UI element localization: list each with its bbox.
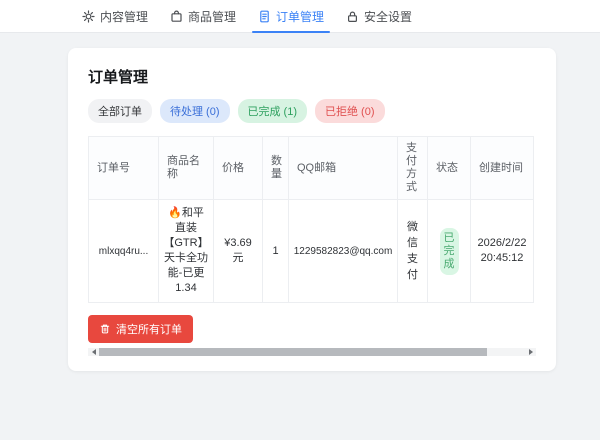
cell-quantity: 1 [263, 200, 289, 303]
tab-label: 内容管理 [100, 8, 148, 25]
trash-icon [99, 323, 111, 335]
orders-table: 订单号 商品名称 价格 数量 QQ邮箱 支付方式 状态 创建时间 mlxqq4r… [88, 136, 534, 303]
tab-label: 安全设置 [364, 8, 412, 25]
clear-button-label: 清空所有订单 [116, 321, 182, 337]
cell-payment-method: 微信支付 [398, 200, 428, 303]
filter-completed[interactable]: 已完成 (1) [238, 99, 308, 123]
cell-qq-email: 1229582823@qq.com [289, 200, 398, 303]
order-management-panel: 订单管理 全部订单 待处理 (0) 已完成 (1) 已拒绝 (0) 订单号 商品… [68, 48, 556, 371]
tab-content-management[interactable]: 内容管理 [76, 0, 154, 32]
filter-all-orders[interactable]: 全部订单 [88, 99, 152, 123]
scrollbar-track[interactable] [99, 348, 525, 356]
cell-status: 已完成 [428, 200, 471, 303]
lock-icon [346, 10, 359, 23]
page-title: 订单管理 [88, 66, 536, 87]
horizontal-scrollbar[interactable] [88, 348, 536, 356]
tab-product-management[interactable]: 商品管理 [164, 0, 242, 32]
gear-icon [82, 10, 95, 23]
col-header-price: 价格 [214, 137, 263, 200]
order-filter-bar: 全部订单 待处理 (0) 已完成 (1) 已拒绝 (0) [88, 99, 536, 123]
cell-created-time: 2026/2/22 20:45:12 [471, 200, 534, 303]
top-navigation: 内容管理 商品管理 订单管理 安全设置 [0, 0, 600, 33]
tab-security-settings[interactable]: 安全设置 [340, 0, 418, 32]
table-row: mlxqq4ru... 🔥和平直装【GTR】天卡全功能-已更1.34 ¥3.69… [89, 200, 534, 303]
col-header-created: 创建时间 [471, 137, 534, 200]
filter-pending[interactable]: 待处理 (0) [160, 99, 230, 123]
col-header-product: 商品名称 [159, 137, 214, 200]
cell-price: ¥3.69元 [214, 200, 263, 303]
tab-label: 订单管理 [276, 8, 324, 25]
cell-order-id: mlxqq4ru... [89, 200, 159, 303]
clear-all-orders-button[interactable]: 清空所有订单 [88, 315, 193, 343]
tab-label: 商品管理 [188, 8, 236, 25]
cell-product-name: 🔥和平直装【GTR】天卡全功能-已更1.34 [159, 200, 214, 303]
col-header-status: 状态 [428, 137, 471, 200]
package-icon [170, 10, 183, 23]
col-header-payment: 支付方式 [398, 137, 428, 200]
col-header-order-id: 订单号 [89, 137, 159, 200]
scrollbar-thumb[interactable] [99, 348, 487, 356]
payment-method-text: 微信支付 [406, 219, 419, 283]
filter-rejected[interactable]: 已拒绝 (0) [315, 99, 385, 123]
col-header-email: QQ邮箱 [289, 137, 398, 200]
status-badge: 已完成 [440, 228, 459, 275]
tab-order-management[interactable]: 订单管理 [252, 0, 330, 32]
page-body: 订单管理 全部订单 待处理 (0) 已完成 (1) 已拒绝 (0) 订单号 商品… [0, 33, 600, 371]
document-icon [258, 10, 271, 23]
col-header-quantity: 数量 [263, 137, 289, 200]
scroll-right-arrow-icon[interactable] [525, 348, 536, 356]
scroll-left-arrow-icon[interactable] [88, 348, 99, 356]
table-header-row: 订单号 商品名称 价格 数量 QQ邮箱 支付方式 状态 创建时间 [89, 137, 534, 200]
